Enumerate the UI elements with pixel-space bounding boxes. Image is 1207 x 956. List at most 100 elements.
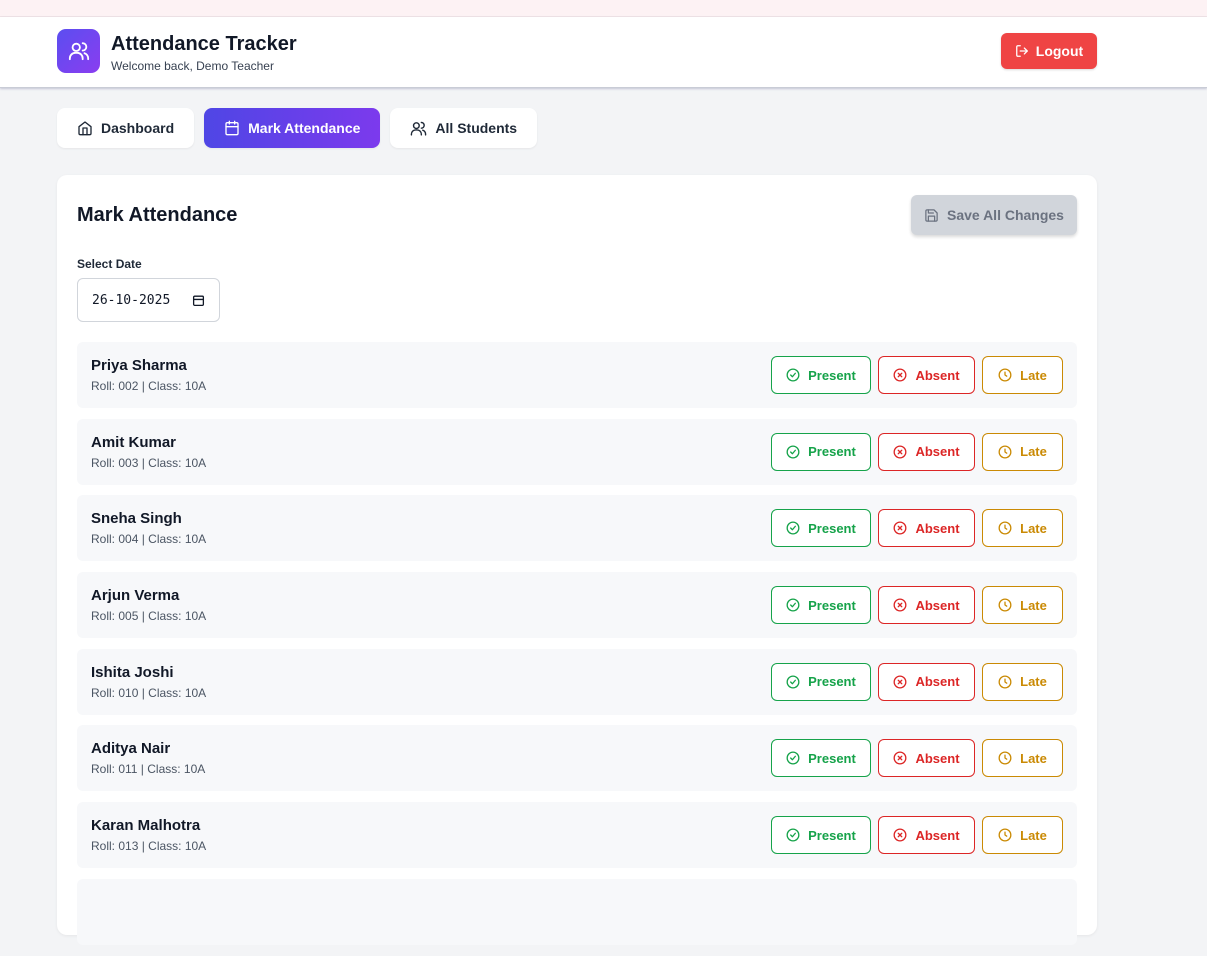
absent-button[interactable]: Absent bbox=[878, 509, 975, 548]
save-all-label: Save All Changes bbox=[947, 207, 1064, 223]
attendance-actions: Present Absent Late bbox=[771, 816, 1063, 855]
x-circle-icon bbox=[893, 445, 907, 459]
student-row: Amit Kumar Roll: 003 | Class: 10A Present A… bbox=[77, 418, 1077, 485]
attendance-actions: Present Absent Late bbox=[771, 509, 1063, 548]
absent-label: Absent bbox=[915, 520, 960, 536]
date-input[interactable]: 26-10-2025 bbox=[77, 278, 220, 322]
late-button[interactable]: Late bbox=[982, 586, 1063, 625]
absent-button[interactable]: Absent bbox=[878, 816, 975, 855]
late-button[interactable]: Late bbox=[982, 432, 1063, 471]
logout-button[interactable]: Logout bbox=[1001, 33, 1097, 69]
clock-icon bbox=[998, 675, 1012, 689]
late-label: Late bbox=[1020, 597, 1047, 613]
x-circle-icon bbox=[893, 521, 907, 535]
x-circle-icon bbox=[893, 368, 907, 382]
student-meta: Roll: 011 | Class: 10A bbox=[91, 762, 206, 777]
student-row: Sneha Singh Roll: 004 | Class: 10A Present… bbox=[77, 495, 1077, 562]
present-button[interactable]: Present bbox=[771, 816, 871, 855]
student-meta: Roll: 013 | Class: 10A bbox=[91, 839, 207, 854]
present-label: Present bbox=[808, 520, 856, 536]
main-nav: Dashboard Mark Attendance All Students bbox=[57, 108, 538, 148]
check-circle-icon bbox=[786, 598, 800, 612]
absent-label: Absent bbox=[915, 597, 960, 613]
tab-dashboard-label: Dashboard bbox=[101, 120, 175, 136]
present-button[interactable]: Present bbox=[771, 509, 871, 548]
present-label: Present bbox=[808, 367, 856, 383]
late-label: Late bbox=[1020, 827, 1047, 843]
logout-icon bbox=[1015, 44, 1029, 58]
welcome-text: Welcome back, Demo Teacher bbox=[111, 59, 274, 73]
calendar-icon bbox=[224, 120, 240, 136]
absent-button[interactable]: Absent bbox=[878, 586, 975, 625]
users-icon bbox=[410, 120, 427, 137]
present-button[interactable]: Present bbox=[771, 739, 871, 778]
tab-dashboard[interactable]: Dashboard bbox=[57, 108, 195, 148]
present-button[interactable]: Present bbox=[771, 662, 871, 701]
late-button[interactable]: Late bbox=[982, 356, 1063, 394]
student-row-partial bbox=[77, 878, 1077, 945]
x-circle-icon bbox=[893, 598, 907, 612]
student-row: Karan Malhotra Roll: 013 | Class: 10A Pres… bbox=[77, 802, 1077, 869]
app-title: Attendance Tracker bbox=[111, 33, 297, 55]
student-list: Priya Sharma Roll: 002 | Class: 10A Presen… bbox=[77, 342, 1077, 956]
users-icon bbox=[57, 29, 100, 73]
late-button[interactable]: Late bbox=[982, 816, 1063, 855]
calendar-picker-icon[interactable] bbox=[192, 294, 205, 307]
late-label: Late bbox=[1020, 367, 1047, 383]
attendance-actions: Present Absent Late bbox=[771, 662, 1063, 701]
absent-button[interactable]: Absent bbox=[878, 739, 975, 778]
date-label: Select Date bbox=[77, 257, 142, 271]
absent-button[interactable]: Absent bbox=[878, 662, 975, 701]
late-label: Late bbox=[1020, 444, 1047, 460]
student-meta: Roll: 004 | Class: 10A bbox=[91, 532, 207, 547]
x-circle-icon bbox=[893, 675, 907, 689]
absent-label: Absent bbox=[915, 827, 960, 843]
student-row: Priya Sharma Roll: 002 | Class: 10A Presen… bbox=[77, 342, 1077, 408]
x-circle-icon bbox=[893, 828, 907, 842]
absent-label: Absent bbox=[915, 750, 960, 766]
app-header: Attendance Tracker Welcome back, Demo Te… bbox=[0, 17, 1207, 88]
student-name: Amit Kumar bbox=[91, 433, 177, 451]
student-row: Ishita Joshi Roll: 010 | Class: 10A Presen… bbox=[77, 648, 1077, 715]
tab-all-students-label: All Students bbox=[435, 120, 518, 136]
tab-mark-attendance[interactable]: Mark Attendance bbox=[204, 108, 381, 148]
check-circle-icon bbox=[786, 521, 800, 535]
present-button[interactable]: Present bbox=[771, 356, 871, 394]
page-title: Mark Attendance bbox=[77, 204, 238, 226]
tab-all-students[interactable]: All Students bbox=[390, 108, 538, 148]
check-circle-icon bbox=[786, 445, 800, 459]
student-name: Arjun Verma bbox=[91, 587, 180, 605]
clock-icon bbox=[998, 751, 1012, 765]
present-button[interactable]: Present bbox=[771, 586, 871, 625]
present-label: Present bbox=[808, 827, 856, 843]
attendance-actions: Present Absent Late bbox=[771, 739, 1063, 778]
student-meta: Roll: 002 | Class: 10A bbox=[91, 379, 207, 393]
clock-icon bbox=[998, 368, 1012, 382]
late-button[interactable]: Late bbox=[982, 739, 1063, 778]
student-row: Arjun Verma Roll: 005 | Class: 10A Present… bbox=[77, 572, 1077, 639]
home-icon bbox=[77, 120, 93, 136]
check-circle-icon bbox=[786, 751, 800, 765]
late-label: Late bbox=[1020, 674, 1047, 690]
clock-icon bbox=[998, 828, 1012, 842]
clock-icon bbox=[998, 521, 1012, 535]
student-row: Aditya Nair Roll: 011 | Class: 10A Present… bbox=[77, 725, 1077, 792]
top-strip bbox=[0, 0, 1207, 17]
student-name: Karan Malhotra bbox=[91, 817, 201, 835]
save-icon bbox=[924, 208, 939, 223]
absent-button[interactable]: Absent bbox=[878, 432, 975, 471]
absent-button[interactable]: Absent bbox=[878, 356, 975, 394]
present-button[interactable]: Present bbox=[771, 432, 871, 471]
absent-label: Absent bbox=[915, 367, 960, 383]
save-all-button[interactable]: Save All Changes bbox=[911, 195, 1077, 235]
attendance-actions: Present Absent Late bbox=[771, 432, 1063, 471]
student-name: Sneha Singh bbox=[91, 510, 182, 528]
attendance-actions: Present Absent Late bbox=[771, 356, 1063, 394]
late-button[interactable]: Late bbox=[982, 509, 1063, 548]
logout-label: Logout bbox=[1035, 43, 1084, 59]
late-button[interactable]: Late bbox=[982, 662, 1063, 701]
attendance-actions: Present Absent Late bbox=[771, 586, 1063, 625]
check-circle-icon bbox=[786, 828, 800, 842]
present-label: Present bbox=[808, 444, 856, 460]
check-circle-icon bbox=[786, 675, 800, 689]
